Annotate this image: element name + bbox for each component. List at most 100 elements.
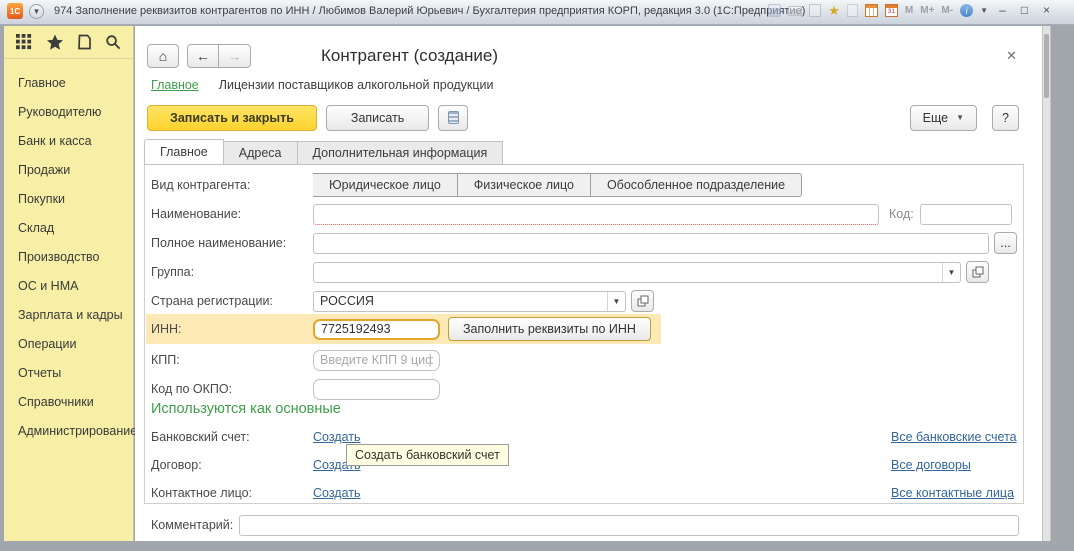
sidebar-item-glavnoe[interactable]: Главное [4, 69, 133, 98]
form-window: ⌂ ← → Контрагент (создание) ✕ Главное Ли… [135, 26, 1042, 541]
ellipsis-button[interactable]: ... [994, 232, 1017, 254]
group-combo[interactable]: ▼ [313, 262, 961, 283]
sidebar-toolbar [4, 26, 133, 59]
all-contracts-link[interactable]: Все договоры [891, 458, 971, 472]
contact-person-label: Контактное лицо: [151, 486, 313, 500]
main-usage-section-title: Используются как основные [151, 401, 341, 417]
sidebar-item-administrirovanie[interactable]: Администрирование [4, 417, 133, 446]
full-name-input[interactable] [313, 233, 989, 254]
close-form-icon[interactable]: ✕ [1006, 48, 1017, 64]
window-titlebar: 1С ▼ 974 Заполнение реквизитов контраген… [0, 0, 1074, 25]
bank-account-label: Банковский счет: [151, 430, 313, 444]
favorites-icon[interactable] [46, 34, 64, 51]
chevron-down-icon: ▼ [956, 113, 964, 122]
page-icon[interactable] [847, 4, 858, 17]
sidebar-item-bank-i-kassa[interactable]: Банк и касса [4, 127, 133, 156]
1c-logo-icon: 1С [7, 3, 23, 19]
info-icon[interactable]: i [960, 4, 973, 17]
tab-glavnoe[interactable]: Главное [144, 139, 224, 165]
home-button[interactable]: ⌂ [147, 44, 179, 68]
window-title: 974 Заполнение реквизитов контрагентов п… [54, 5, 805, 17]
kind-option-legal-entity[interactable]: Юридическое лицо [313, 173, 458, 197]
sidebar-item-os-i-nma[interactable]: ОС и НМА [4, 272, 133, 301]
tab-adresa[interactable]: Адреса [224, 141, 298, 165]
create-contact-link[interactable]: Создать [313, 486, 361, 500]
print-icon[interactable] [788, 6, 802, 16]
calendar-icon[interactable]: 31 [885, 4, 898, 17]
save-icon[interactable] [768, 4, 781, 17]
sidebar-item-spravochniki[interactable]: Справочники [4, 388, 133, 417]
country-label: Страна регистрации: [151, 294, 313, 308]
kind-option-individual[interactable]: Физическое лицо [458, 173, 591, 197]
minimize-button[interactable]: – [995, 3, 1010, 18]
group-open-button[interactable] [966, 261, 989, 283]
sidebar-item-prodazhi[interactable]: Продажи [4, 156, 133, 185]
okpo-label: Код по ОКПО: [151, 382, 313, 396]
code-input[interactable] [920, 204, 1012, 225]
breadcrumb: Главное Лицензии поставщиков алкогольной… [151, 78, 494, 92]
country-open-button[interactable] [631, 290, 654, 312]
okpo-input[interactable] [313, 379, 440, 400]
country-value: РОССИЯ [314, 294, 607, 308]
sidebar-menu: Главное Руководителю Банк и касса Продаж… [4, 59, 133, 446]
save-and-close-button[interactable]: Записать и закрыть [147, 105, 317, 131]
inn-input[interactable] [313, 319, 440, 340]
favorites-star-icon[interactable]: ★ [828, 4, 840, 17]
help-button[interactable]: ? [992, 105, 1019, 131]
close-window-button[interactable]: × [1039, 3, 1054, 18]
kpp-label: КПП: [151, 353, 313, 367]
breadcrumb-text: Лицензии поставщиков алкогольной продукц… [219, 78, 494, 92]
code-label: Код: [889, 207, 914, 221]
group-dropdown-icon[interactable]: ▼ [942, 263, 960, 282]
calculator-table-icon[interactable] [865, 4, 878, 17]
records-stack-icon [448, 111, 459, 124]
full-name-label: Полное наименование: [151, 236, 313, 250]
form-tabs: Главное Адреса Дополнительная информация [144, 139, 503, 165]
memory-m-plus-button[interactable]: M+ [920, 5, 934, 16]
print-preview-icon[interactable] [809, 4, 821, 17]
scrollbar-thumb[interactable] [1044, 34, 1049, 98]
save-button[interactable]: Записать [326, 105, 429, 131]
create-bank-account-link[interactable]: Создать [313, 430, 361, 444]
tab-dop-informaciya[interactable]: Дополнительная информация [298, 141, 504, 165]
name-label: Наименование: [151, 207, 313, 221]
maximize-button[interactable]: □ [1017, 3, 1032, 18]
page-title: Контрагент (создание) [321, 46, 498, 66]
country-dropdown-icon[interactable]: ▼ [607, 292, 625, 311]
sidebar-item-otchety[interactable]: Отчеты [4, 359, 133, 388]
memory-m-minus-button[interactable]: M- [941, 5, 953, 16]
form-toolbar: Записать и закрыть Записать Еще▼ ? [147, 104, 1019, 131]
kind-label: Вид контрагента: [151, 178, 313, 192]
vertical-scrollbar[interactable] [1042, 26, 1051, 541]
memory-m-button[interactable]: M [905, 5, 913, 16]
menu-grid-icon[interactable] [16, 34, 33, 51]
sidebar-item-pokupki[interactable]: Покупки [4, 185, 133, 214]
tooltip-create-bank-account: Создать банковский счет [346, 444, 509, 466]
sidebar-item-zarplata-i-kadry[interactable]: Зарплата и кадры [4, 301, 133, 330]
name-input[interactable] [313, 204, 879, 225]
sidebar-item-rukovoditelyu[interactable]: Руководителю [4, 98, 133, 127]
history-icon[interactable] [76, 34, 92, 50]
sidebar-item-operacii[interactable]: Операции [4, 330, 133, 359]
search-icon[interactable] [105, 34, 121, 50]
group-label: Группа: [151, 265, 313, 279]
info-dropdown-icon[interactable]: ▼ [980, 6, 988, 15]
sidebar-item-sklad[interactable]: Склад [4, 214, 133, 243]
all-contacts-link[interactable]: Все контактные лица [891, 486, 1014, 500]
fill-by-inn-button[interactable]: Заполнить реквизиты по ИНН [448, 317, 651, 341]
forward-button[interactable]: → [219, 44, 251, 68]
kpp-input[interactable] [313, 350, 440, 371]
all-bank-accounts-link[interactable]: Все банковские счета [891, 430, 1017, 444]
back-button[interactable]: ← [187, 44, 219, 68]
application-window: 1С ▼ 974 Заполнение реквизитов контраген… [0, 0, 1074, 551]
window-menu-button[interactable]: ▼ [29, 4, 44, 19]
more-button[interactable]: Еще▼ [910, 105, 977, 131]
inn-label: ИНН: [151, 322, 313, 336]
sidebar-item-proizvodstvo[interactable]: Производство [4, 243, 133, 272]
country-combo[interactable]: РОССИЯ ▼ [313, 291, 626, 312]
breadcrumb-glavnoe-link[interactable]: Главное [151, 78, 199, 92]
comment-input[interactable] [239, 515, 1019, 536]
kind-option-separate-division[interactable]: Обособленное подразделение [591, 173, 802, 197]
sidebar: Главное Руководителю Банк и касса Продаж… [4, 26, 134, 541]
register-records-button[interactable] [438, 105, 468, 131]
